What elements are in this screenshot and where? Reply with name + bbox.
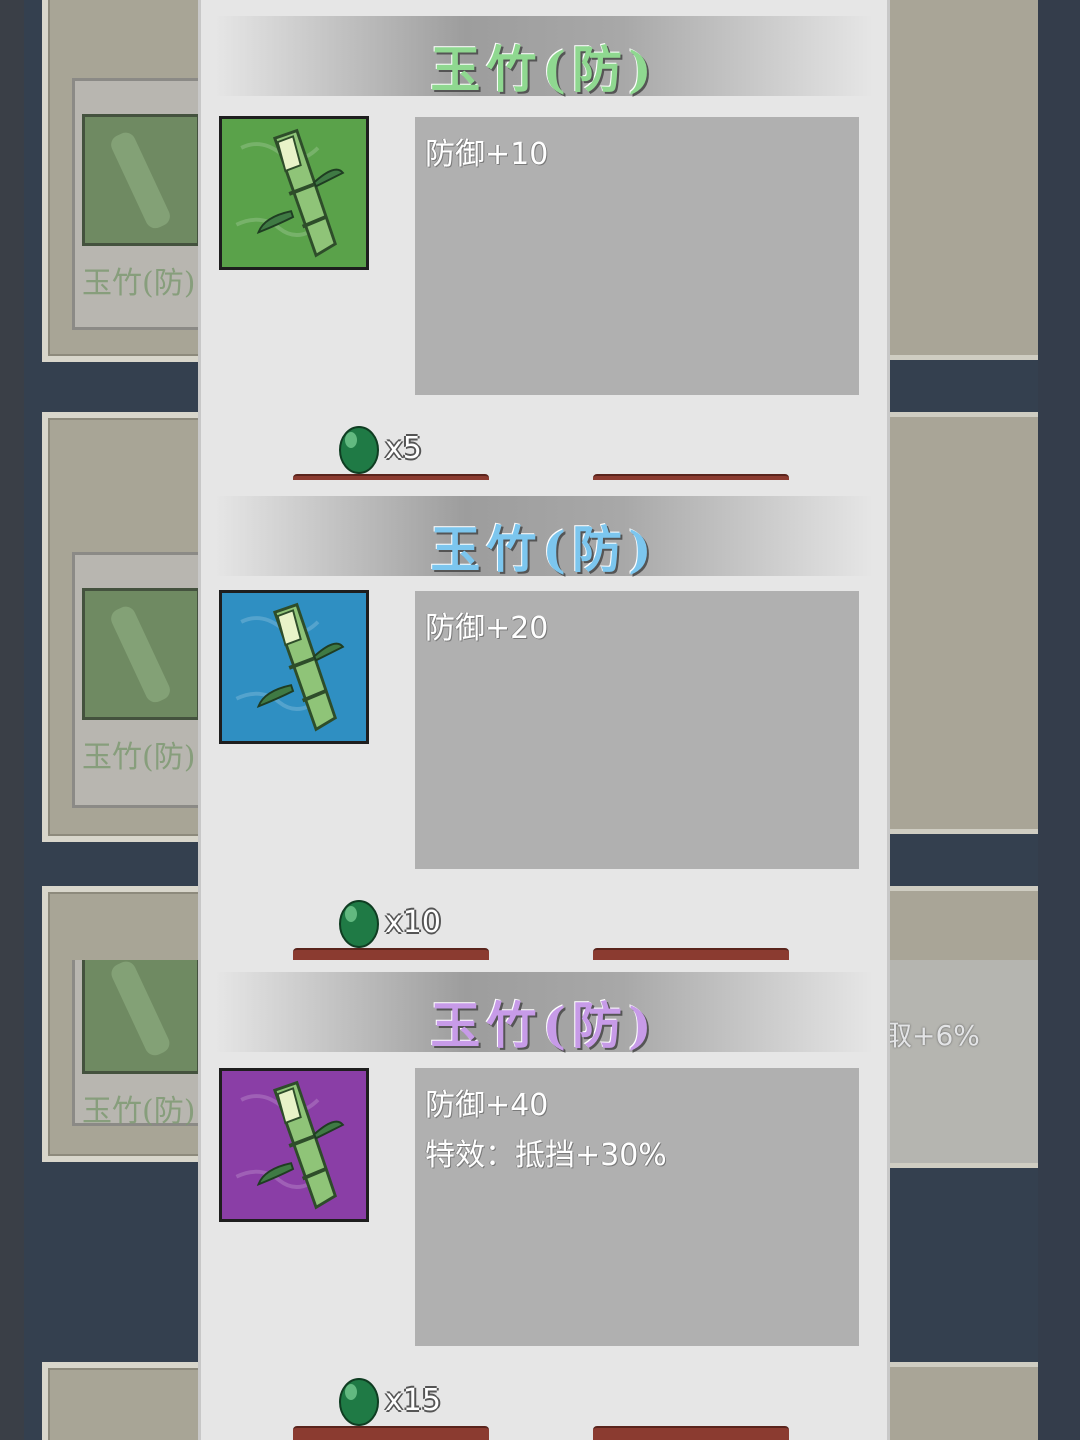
background-right-card xyxy=(884,886,1048,960)
stat-line: 防御+10 xyxy=(425,137,549,172)
stat-line: 防御+20 xyxy=(425,611,549,646)
background-edge xyxy=(1038,480,1080,960)
background-edge xyxy=(0,0,24,480)
stats-description-box: 防御+10 xyxy=(415,117,859,395)
stat-line: 防御+40 xyxy=(425,1088,549,1123)
item-detail-popup: 玉竹(防) 防御+40 特效：抵挡+30% x15 xyxy=(198,960,890,1440)
background-edge xyxy=(0,480,24,960)
popup-strip-2: 玉竹(防) 玉竹(防) 防御+20 x10 xyxy=(0,480,1080,960)
background-right-card xyxy=(884,412,1048,480)
background-right-card xyxy=(884,1362,1048,1440)
background-item-thumbnail xyxy=(82,960,200,1074)
title-band: 玉竹(防) xyxy=(215,972,873,1055)
cost-amount: x10 xyxy=(385,904,441,940)
item-title: 玉竹(防) xyxy=(430,996,658,1055)
background-item-card xyxy=(42,1362,224,1440)
background-right-card xyxy=(884,960,1048,1168)
item-detail-popup: 玉竹(防) 防御+20 x10 xyxy=(198,480,890,960)
background-edge xyxy=(1038,960,1080,1440)
background-item-card xyxy=(42,886,224,960)
stats-description-box: 防御+20 xyxy=(415,591,859,869)
bamboo-icon xyxy=(219,116,369,270)
background-right-card xyxy=(884,0,1048,360)
jade-gem-icon xyxy=(339,1378,379,1426)
background-right-card xyxy=(884,480,1048,834)
background-item-label: 玉竹(防) xyxy=(82,740,196,775)
cost-display: x10 xyxy=(337,894,441,950)
action-button-left[interactable] xyxy=(293,948,489,960)
action-button-right[interactable] xyxy=(593,948,789,960)
background-item-thumbnail xyxy=(82,588,200,720)
popup-strip-1: 玉竹(防) 玉竹(防) 防御+10 x5 xyxy=(0,0,1080,480)
item-title: 玉竹(防) xyxy=(430,40,658,99)
special-effect-line: 特效：抵挡+30% xyxy=(425,1138,667,1173)
cost-display: x15 xyxy=(337,1372,441,1428)
jade-gem-icon xyxy=(339,900,379,948)
background-item-thumbnail xyxy=(82,114,200,246)
bamboo-icon xyxy=(219,1068,369,1222)
action-button-right[interactable] xyxy=(593,1426,789,1440)
background-item-label: 玉竹(防) xyxy=(82,1094,196,1129)
background-item-label: 玉竹(防) xyxy=(82,266,196,301)
bamboo-icon xyxy=(219,590,369,744)
title-band: 玉竹(防) xyxy=(215,496,873,579)
cost-display: x5 xyxy=(337,420,422,476)
action-button-left[interactable] xyxy=(293,1426,489,1440)
background-bonus-text: 取+6% xyxy=(884,1019,980,1052)
jade-gem-icon xyxy=(339,426,379,474)
background-item-card xyxy=(42,412,224,480)
item-title: 玉竹(防) xyxy=(430,520,658,579)
title-band: 玉竹(防) xyxy=(215,16,873,99)
stats-description-box: 防御+40 特效：抵挡+30% xyxy=(415,1068,859,1346)
background-edge xyxy=(0,960,24,1440)
cost-amount: x5 xyxy=(385,430,422,466)
cost-amount: x15 xyxy=(385,1382,441,1418)
popup-strip-3: 玉竹(防) 取+6% 玉竹(防) 防御+40 特效：抵挡+30% x15 xyxy=(0,960,1080,1440)
item-detail-popup: 玉竹(防) 防御+10 x5 xyxy=(198,0,890,480)
background-edge xyxy=(1038,0,1080,480)
